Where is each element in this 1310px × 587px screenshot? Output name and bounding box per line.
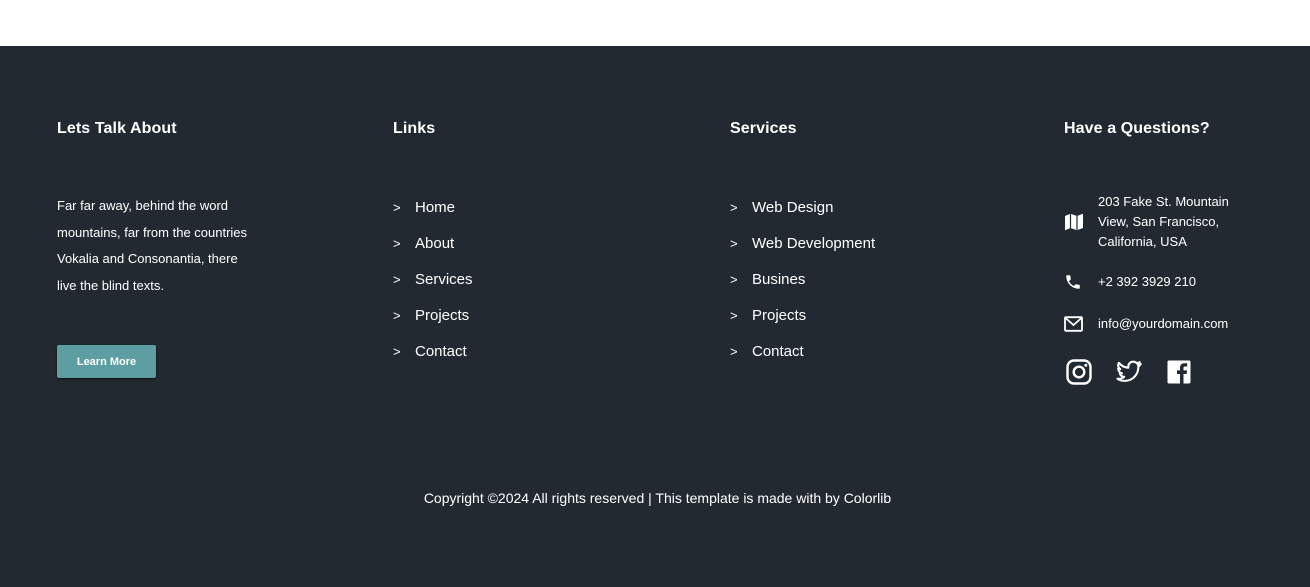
contact-phone-text[interactable]: +2 392 3929 210 — [1098, 272, 1196, 292]
chevron-right-icon: > — [730, 199, 738, 215]
phone-icon — [1064, 273, 1098, 291]
mail-icon — [1064, 316, 1098, 332]
link-label[interactable]: Projects — [415, 307, 469, 324]
chevron-right-icon: > — [730, 271, 738, 287]
learn-more-button[interactable]: Learn More — [57, 345, 156, 378]
facebook-icon[interactable] — [1166, 359, 1192, 385]
chevron-right-icon: > — [393, 235, 401, 251]
links-item-about[interactable]: > About — [393, 225, 473, 261]
links-heading: Links — [393, 120, 436, 137]
link-label[interactable]: About — [415, 235, 454, 252]
links-item-contact[interactable]: > Contact — [393, 333, 473, 369]
link-label[interactable]: Contact — [415, 343, 467, 360]
service-label[interactable]: Busines — [752, 271, 805, 288]
chevron-right-icon: > — [393, 199, 401, 215]
services-heading: Services — [730, 120, 797, 137]
links-item-projects[interactable]: > Projects — [393, 297, 473, 333]
services-list: > Web Design > Web Development > Busines > P… — [730, 189, 875, 369]
services-item-busines[interactable]: > Busines — [730, 261, 875, 297]
chevron-right-icon: > — [730, 235, 738, 251]
contact-heading: Have a Questions? — [1064, 120, 1210, 137]
about-heading: Lets Talk About — [57, 120, 177, 137]
services-item-projects[interactable]: > Projects — [730, 297, 875, 333]
contact-address: 203 Fake St. Mountain View, San Francisc… — [1064, 192, 1238, 252]
chevron-right-icon: > — [393, 307, 401, 323]
page-top-area — [0, 0, 1310, 46]
chevron-right-icon: > — [730, 343, 738, 359]
twitter-icon[interactable] — [1116, 359, 1142, 385]
contact-phone[interactable]: +2 392 3929 210 — [1064, 272, 1196, 292]
service-label[interactable]: Projects — [752, 307, 806, 324]
contact-email[interactable]: info@yourdomain.com — [1064, 314, 1228, 334]
instagram-icon[interactable] — [1066, 359, 1092, 385]
service-label[interactable]: Web Design — [752, 199, 833, 216]
services-item-web-design[interactable]: > Web Design — [730, 189, 875, 225]
services-item-web-development[interactable]: > Web Development — [730, 225, 875, 261]
social-links — [1066, 359, 1192, 385]
contact-email-text[interactable]: info@yourdomain.com — [1098, 314, 1228, 334]
links-item-home[interactable]: > Home — [393, 189, 473, 225]
map-icon — [1064, 213, 1098, 231]
chevron-right-icon: > — [730, 307, 738, 323]
site-footer: Lets Talk About Far far away, behind the… — [0, 46, 1310, 587]
links-list: > Home > About > Services > Projects > Contac… — [393, 189, 473, 369]
about-text: Far far away, behind the word mountains,… — [57, 198, 248, 294]
service-label[interactable]: Web Development — [752, 235, 875, 252]
services-item-contact[interactable]: > Contact — [730, 333, 875, 369]
link-label[interactable]: Home — [415, 199, 455, 216]
contact-address-text: 203 Fake St. Mountain View, San Francisc… — [1098, 194, 1229, 249]
links-item-services[interactable]: > Services — [393, 261, 473, 297]
chevron-right-icon: > — [393, 343, 401, 359]
link-label[interactable]: Services — [415, 271, 473, 288]
chevron-right-icon: > — [393, 271, 401, 287]
service-label[interactable]: Contact — [752, 343, 804, 360]
copyright-text: Copyright ©2024 All rights reserved | Th… — [423, 490, 892, 506]
